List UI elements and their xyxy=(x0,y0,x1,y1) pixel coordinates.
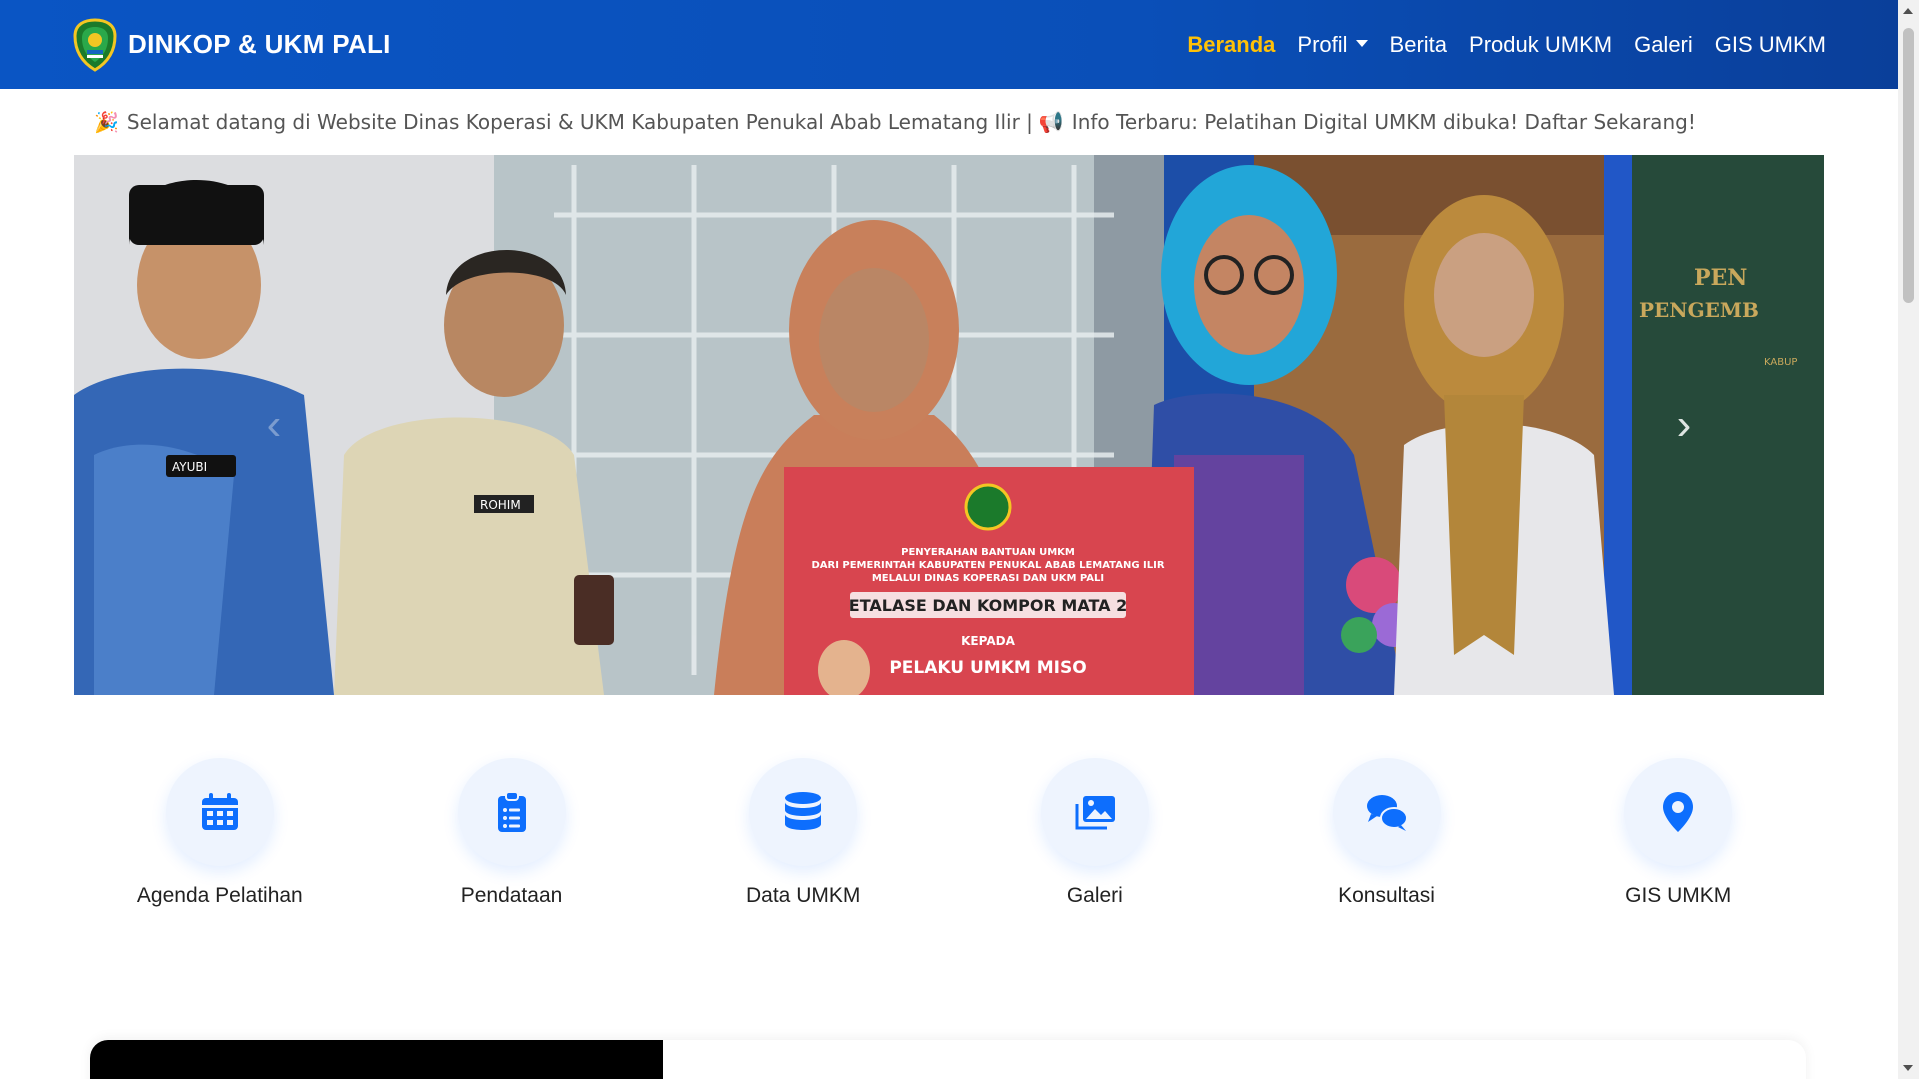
backdrop-text-3: KABUP xyxy=(1764,357,1797,368)
quick-link-label: Data UMKM xyxy=(746,884,861,907)
clipboard-list-icon xyxy=(497,791,526,832)
quick-link-pendataan[interactable]: Pendataan xyxy=(366,758,658,908)
quick-link-label: Galeri xyxy=(1066,884,1123,907)
quick-link-agenda-pelatihan[interactable]: Agenda Pelatihan xyxy=(74,758,366,908)
carousel-prev-button[interactable]: ‹ xyxy=(244,400,304,450)
nav-beranda[interactable]: Beranda xyxy=(1187,32,1275,57)
carousel-next-button[interactable]: › xyxy=(1654,400,1714,450)
video-panel xyxy=(90,1040,663,1079)
banner-line-3: MELALUI DINAS KOPERASI DAN UKM PALI xyxy=(872,573,1104,584)
brand-name: DINKOP & UKM PALI xyxy=(128,29,391,59)
aid-handover-banner: PENYERAHAN BANTUAN UMKM DARI PEMERINTAH … xyxy=(784,467,1194,695)
banner-line-2: DARI PEMERINTAH KABUPATEN PENUKAL ABAB L… xyxy=(811,560,1164,571)
quick-link-circle xyxy=(1040,758,1149,866)
quick-link-label: GIS UMKM xyxy=(1625,884,1732,907)
quick-link-galeri[interactable]: Galeri xyxy=(949,758,1241,908)
nav-galeri[interactable]: Galeri xyxy=(1634,32,1693,57)
banner-line-6: PELAKU UMKM MISO xyxy=(889,658,1086,678)
nav-profil-dropdown[interactable]: Profil xyxy=(1297,31,1368,57)
hero-slide-image: PEN PENGEMB KABUP AYUBI ROHIM PENYERAHAN… xyxy=(74,155,1824,695)
scrollbar-thumb[interactable] xyxy=(1903,28,1914,303)
page-scrollbar[interactable] xyxy=(1898,0,1919,1079)
quick-link-circle xyxy=(457,758,566,866)
calendar-icon xyxy=(201,793,238,830)
pali-logo-icon xyxy=(73,17,117,72)
name-badge-1: AYUBI xyxy=(172,460,207,474)
backdrop-text-2: PENGEMB xyxy=(1639,298,1759,322)
announcement-marquee: 🎉 Selamat datang di Website Dinas Kopera… xyxy=(0,89,1898,154)
comments-icon xyxy=(1366,795,1408,831)
banner-line-4: ETALASE DAN KOMPOR MATA 2 xyxy=(849,596,1127,615)
quick-link-label: Agenda Pelatihan xyxy=(136,884,303,907)
backdrop-text-1: PEN xyxy=(1694,265,1747,291)
megaphone-icon: 📢 xyxy=(1038,109,1064,134)
hero-carousel[interactable]: PEN PENGEMB KABUP AYUBI ROHIM PENYERAHAN… xyxy=(74,155,1824,695)
party-popper-icon: 🎉 xyxy=(94,109,119,134)
quick-links: Agenda Pelatihan Pendataan Data UMKM Gal… xyxy=(74,758,1824,908)
caret-down-icon xyxy=(1355,40,1368,48)
nav-profil-label: Profil xyxy=(1297,31,1348,57)
quick-link-circle xyxy=(749,758,858,866)
scroll-down-arrow-icon[interactable] xyxy=(1903,1065,1913,1071)
marquee-info-text: Info Terbaru: Pelatihan Digital UMKM dib… xyxy=(1071,109,1696,134)
quick-link-circle xyxy=(1624,758,1733,866)
banner-line-1: PENYERAHAN BANTUAN UMKM xyxy=(901,547,1075,558)
quick-link-label: Pendataan xyxy=(460,884,563,907)
content-section-peek xyxy=(90,1040,1806,1079)
top-navbar: DINKOP & UKM PALI Beranda Profil Berita … xyxy=(0,0,1898,89)
main-nav: Beranda Profil Berita Produk UMKM Galeri… xyxy=(1187,32,1826,58)
quick-link-label: Konsultasi xyxy=(1338,884,1435,907)
nav-produk-umkm[interactable]: Produk UMKM xyxy=(1469,32,1612,57)
scroll-up-arrow-icon[interactable] xyxy=(1903,8,1913,14)
database-icon xyxy=(785,792,822,830)
quick-link-circle xyxy=(165,758,274,866)
marquee-welcome-text: Selamat datang di Website Dinas Koperasi… xyxy=(126,109,1033,134)
brand-link[interactable]: DINKOP & UKM PALI xyxy=(72,17,391,72)
quick-link-data-umkm[interactable]: Data UMKM xyxy=(657,758,949,908)
images-icon xyxy=(1075,796,1115,830)
banner-line-5: KEPADA xyxy=(961,634,1015,648)
nav-gis-umkm[interactable]: GIS UMKM xyxy=(1715,32,1826,57)
quick-link-circle xyxy=(1332,758,1441,866)
quick-link-konsultasi[interactable]: Konsultasi xyxy=(1241,758,1533,908)
name-badge-2: ROHIM xyxy=(480,498,521,512)
nav-berita[interactable]: Berita xyxy=(1390,32,1447,57)
map-marker-icon xyxy=(1663,792,1694,832)
quick-link-gis-umkm[interactable]: GIS UMKM xyxy=(1532,758,1824,908)
